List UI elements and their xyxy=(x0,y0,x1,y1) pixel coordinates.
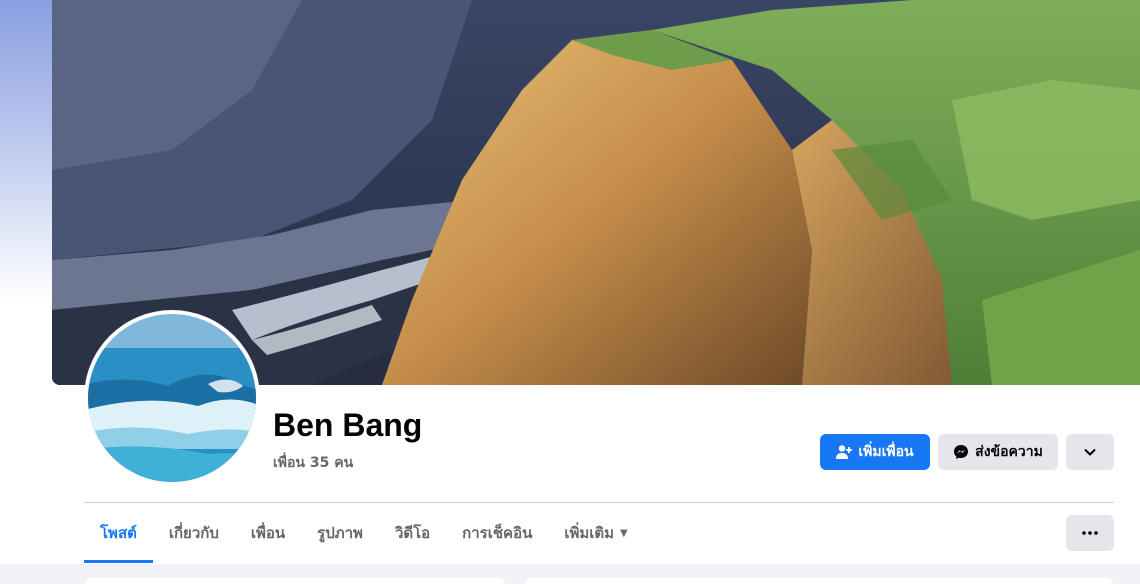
tab-label: เพื่อน xyxy=(250,524,286,542)
tab-videos[interactable]: วิดีโอ xyxy=(379,503,446,563)
tabs-more-button[interactable] xyxy=(1066,515,1114,551)
ellipsis-icon xyxy=(1082,531,1098,535)
tab-label: วิดีโอ xyxy=(394,524,431,542)
tab-label: เกี่ยวกับ xyxy=(168,524,219,542)
profile-name: Ben Bang xyxy=(273,407,423,443)
page-side-gradient xyxy=(0,0,52,300)
tab-checkins[interactable]: การเช็คอิน xyxy=(446,503,548,563)
posts-card xyxy=(524,578,1114,584)
tab-friends[interactable]: เพื่อน xyxy=(235,503,301,563)
person-add-icon xyxy=(836,445,853,459)
messenger-icon xyxy=(954,445,969,459)
chevron-down-icon xyxy=(1084,449,1096,456)
avatar[interactable] xyxy=(88,314,256,482)
avatar-wave-image xyxy=(88,314,256,482)
caret-down-icon: ▼ xyxy=(620,527,628,539)
tab-photos[interactable]: รูปภาพ xyxy=(301,503,379,563)
intro-card xyxy=(84,578,506,584)
add-friend-label: เพิ่มเพื่อน xyxy=(858,444,914,460)
tab-label: การเช็คอิน xyxy=(462,524,533,542)
more-options-button[interactable] xyxy=(1066,434,1114,470)
tab-about[interactable]: เกี่ยวกับ xyxy=(153,503,235,563)
message-label: ส่งข้อความ xyxy=(975,444,1043,460)
tab-label: โพสต์ xyxy=(100,524,137,542)
tab-label: เพิ่มเติม xyxy=(564,524,615,542)
tab-posts[interactable]: โพสต์ xyxy=(84,503,153,563)
tab-more[interactable]: เพิ่มเติม ▼ xyxy=(548,503,643,563)
add-friend-button[interactable]: เพิ่มเพื่อน xyxy=(820,434,930,470)
profile-tabs: โพสต์ เกี่ยวกับ เพื่อน รูปภาพ วิดีโอ การ… xyxy=(84,503,644,563)
tab-label: รูปภาพ xyxy=(317,524,363,542)
friends-count[interactable]: เพื่อน 35 คน xyxy=(273,452,353,474)
message-button[interactable]: ส่งข้อความ xyxy=(938,434,1058,470)
